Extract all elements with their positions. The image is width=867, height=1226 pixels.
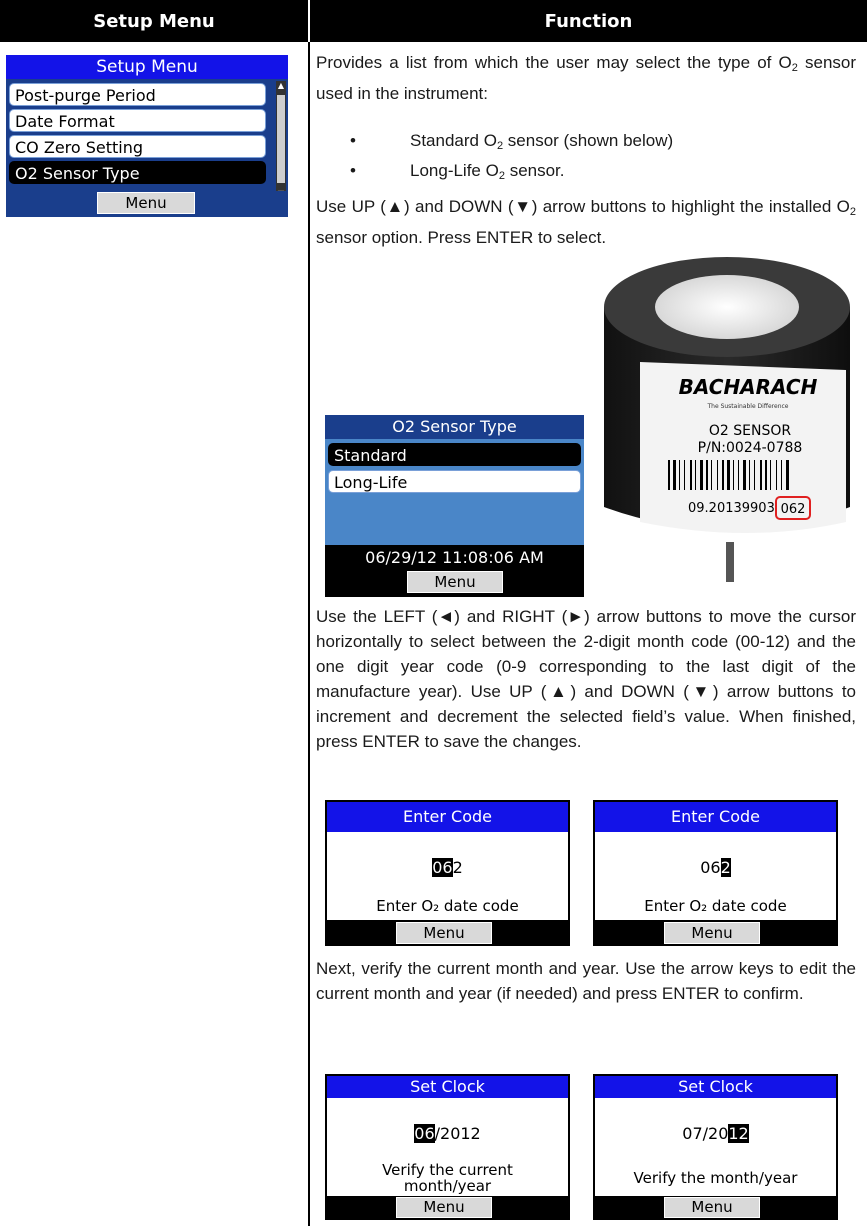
barcode-bar [684,460,685,490]
menu-bar: Menu [327,920,568,944]
barcode-bar [781,460,782,490]
barcode-bar [760,460,762,490]
clock-cursor-field[interactable]: 12 [728,1124,749,1143]
enter-code-title: Enter Code [327,802,568,832]
option-o2-sensor-type[interactable]: O2 Sensor Type [9,161,266,184]
brand-logo: BACHARACH [679,375,818,399]
menu-bar: Menu [595,1196,836,1218]
status-bar: 06/29/12 11:08:06 AM Menu [325,545,584,597]
barcode-bar [786,460,789,490]
sensor-filter [655,275,799,339]
barcode-bar [722,460,724,490]
barcode-bar [727,460,730,490]
clock-prompt: Verify the month/year [633,1169,798,1187]
barcode-bar [711,460,712,490]
setup-menu-title: Setup Menu [6,55,288,79]
menu-button[interactable]: Menu [664,1197,760,1218]
barcode-bar [770,460,771,490]
o2-screen-title: O2 Sensor Type [325,415,584,439]
barcode-bar [738,460,739,490]
barcode-bar [743,460,746,490]
brand-tagline: The Sustainable Difference [707,403,789,410]
datetime-readout: 06/29/12 11:08:06 AM [365,548,544,567]
barcode-bar [679,460,680,490]
barcode-bar [673,460,676,490]
option-post-purge-period[interactable]: Post-purge Period [9,83,266,106]
menu-button[interactable]: Menu [664,922,760,944]
enter-code-screen-month: Enter Code 062 Enter O₂ date code Menu [325,800,570,946]
barcode-bar [749,460,750,490]
code-cursor-field[interactable]: 06 [432,858,453,877]
menu-button[interactable]: Menu [407,571,503,593]
barcode-bar [695,460,696,490]
scroll-up-icon: ▲ [277,81,285,90]
barcode-bar [706,460,708,490]
barcode-bar [754,460,755,490]
code-prompt: Enter O₂ date code [644,897,787,915]
menu-button[interactable]: Menu [97,192,195,214]
column-header-setup-menu: Setup Menu [0,0,308,42]
bullet-long-life-text: Long-Life O2 sensor. [410,161,565,182]
set-clock-title: Set Clock [595,1076,836,1098]
barcode-bar [700,460,703,490]
barcode-bar [717,460,718,490]
scrollbar-thumb[interactable] [277,95,285,183]
barcode-bar [733,460,734,490]
menu-bar: Menu [595,920,836,944]
set-clock-title: Set Clock [327,1076,568,1098]
code-value: 062 [432,858,463,877]
clock-prompt: Verify the current month/year [382,1161,513,1195]
code-prompt: Enter O₂ date code [376,897,519,915]
barcode-bar [668,460,670,490]
code-value: 062 [700,858,731,877]
date-code: 062 [781,502,806,517]
menu-button[interactable]: Menu [396,1197,492,1218]
enter-code-title: Enter Code [595,802,836,832]
menu-bar: Menu [6,191,288,217]
clock-value: 07/2012 [682,1124,749,1143]
column-divider [308,42,310,1226]
option-long-life[interactable]: Long-Life [328,470,581,493]
set-clock-screen-month: Set Clock 06/2012 Verify the current mont… [325,1074,570,1220]
option-standard[interactable]: Standard [328,443,581,466]
option-co-zero-setting[interactable]: CO Zero Setting [9,135,266,158]
scrollbar[interactable]: ▲ ▼ [276,81,286,199]
menu-button[interactable]: Menu [396,922,492,944]
label-sensor-type: O2 SENSOR [709,423,791,439]
bullet-standard-text: Standard O2 sensor (shown below) [410,131,674,152]
instruction-paragraph: Use UP (▲) and DOWN (▼) arrow buttons to… [316,197,856,247]
enter-code-screen-year: Enter Code 062 Enter O₂ date code Menu [593,800,838,946]
setup-menu-screen: Setup Menu Post-purge Period Date Format… [6,55,288,217]
clock-cursor-field[interactable]: 06 [414,1124,435,1143]
label-part-number: P/N:0024-0788 [698,440,803,456]
barcode-bar [776,460,777,490]
column-header-function: Function [310,0,867,42]
clock-value: 06/2012 [414,1124,481,1143]
o2-sensor-type-screen: O2 Sensor Type Standard Long-Life 06/29/… [325,415,584,597]
o2-sensor-photo: BACHARACH The Sustainable Difference O2 … [604,257,850,582]
barcode-bar [690,460,692,490]
barcode-bar [765,460,767,490]
sensor-pin [726,542,734,582]
menu-bar: Menu [327,1196,568,1218]
verify-clock-instructions: Next, verify the current month and year.… [316,959,856,1003]
date-code-instructions: Use the LEFT (◄) and RIGHT (►) arrow but… [316,607,856,751]
code-cursor-field[interactable]: 2 [720,858,731,877]
set-clock-screen-year: Set Clock 07/2012 Verify the month/year … [593,1074,838,1220]
serial-number: 09.20139903 [688,501,775,516]
option-date-format[interactable]: Date Format [9,109,266,132]
description-paragraph: Provides a list from which the user may … [316,53,857,103]
